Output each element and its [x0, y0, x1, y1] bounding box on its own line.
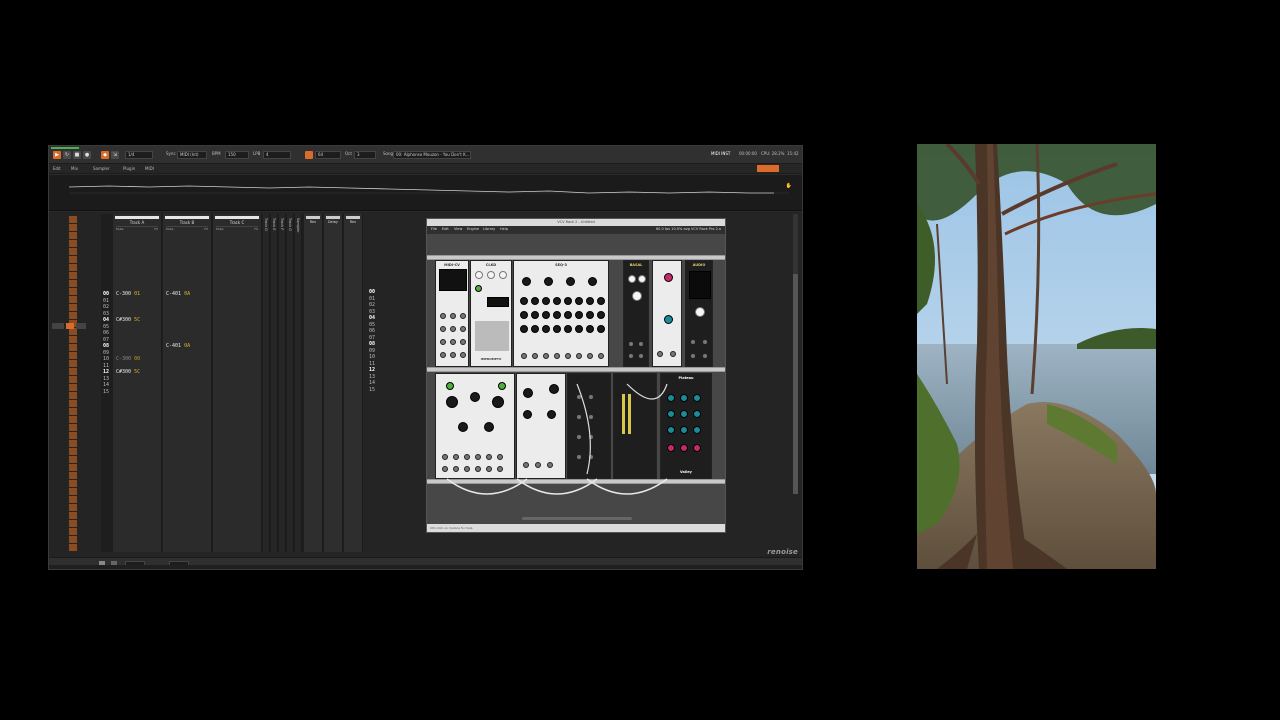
follow-button[interactable]: ⇲	[111, 151, 119, 159]
velocity-field[interactable]: 64	[315, 151, 341, 159]
time-display: 00:00:00	[739, 151, 757, 156]
lpb-label: LPB	[253, 151, 261, 156]
track-c-name: Track C	[229, 220, 245, 225]
menu-view[interactable]: View	[454, 227, 462, 231]
brand-logo: renoise	[767, 548, 798, 556]
vcv-title-bar: VCV Rack 2 - Untitled	[427, 219, 725, 226]
editor-footer	[49, 557, 802, 569]
scope-button[interactable]	[757, 165, 779, 172]
sync-label: Sync	[166, 151, 176, 156]
patch-cables	[446, 383, 668, 495]
tab-edit[interactable]: Edit	[53, 165, 61, 173]
collapsed-track-f[interactable]: Track F	[279, 214, 286, 552]
stop-button[interactable]: ■	[73, 151, 81, 159]
clock-display: 15:42	[787, 151, 799, 156]
menu-library[interactable]: Library	[483, 227, 495, 231]
track-c-controls[interactable]: Mute FX	[216, 226, 258, 236]
landscape-photo	[917, 144, 1156, 569]
collapsed-track-g[interactable]: Track G	[287, 214, 294, 552]
row-numbers-left: 00 01 02 03 04 05 06 07 08 09 10 11 12 13 14 15	[103, 291, 110, 395]
vcv-rack-window: VCV Rack 2 - Untitled File Edit View Eng…	[426, 218, 726, 533]
transport-toolbar: ▶ ↻ ■ ● ◆ ⇲ 1/4 Sync MIDI (Int) BPM 150 …	[49, 146, 802, 164]
song-select[interactable]: 00: Alphonse Mouzon - You Don't K...	[393, 151, 471, 159]
fx-track-2[interactable]: Delay	[324, 214, 343, 552]
sync-select[interactable]: MIDI (Int)	[177, 151, 207, 159]
track-c-column[interactable]: Track C Mute FX	[213, 214, 262, 552]
note-cell[interactable]: C#300 5C	[116, 369, 140, 375]
level-meter	[51, 147, 79, 149]
tab-midi[interactable]: MIDI	[145, 165, 154, 173]
instrument-selector[interactable]	[52, 320, 90, 334]
collapsed-track-sampler[interactable]: Sampler	[295, 214, 302, 552]
metronome-button[interactable]: ◆	[101, 151, 109, 159]
bpm-label: BPM	[212, 151, 221, 156]
status-bar	[49, 565, 802, 569]
pattern-matrix[interactable]	[69, 216, 79, 552]
waveform-graph	[68, 185, 789, 194]
menu-engine[interactable]: Engine	[467, 227, 479, 231]
note-cell[interactable]: C-401 0A	[166, 343, 190, 349]
view-tabs: Edit Mix Sampler Plugin MIDI	[49, 164, 802, 174]
note-cell[interactable]: C-401 0A	[166, 291, 190, 297]
bpm-field[interactable]: 150	[225, 151, 249, 159]
track-a-controls[interactable]: Mute FX	[116, 226, 158, 236]
screen: ▶ ↻ ■ ● ◆ ⇲ 1/4 Sync MIDI (Int) BPM 150 …	[0, 0, 1280, 720]
record-button[interactable]: ●	[83, 151, 91, 159]
horizontal-scrollbar[interactable]	[522, 517, 632, 520]
fx-track-3[interactable]: Rev	[344, 214, 363, 552]
row-numbers-right: 00 01 02 03 04 05 06 07 08 09 10 11 12 13 14 15	[369, 289, 376, 393]
cpu-display: CPU: 28.2%	[761, 151, 785, 156]
track-a-name: Track A	[129, 220, 145, 225]
collapsed-track-e[interactable]: Track E	[271, 214, 278, 552]
vertical-scrollbar[interactable]	[793, 214, 798, 494]
lpb-field[interactable]: 4	[263, 151, 291, 159]
play-button[interactable]: ▶	[53, 151, 61, 159]
loop-button[interactable]: ↻	[63, 151, 71, 159]
step-field[interactable]: 1/4	[125, 151, 153, 159]
note-cell[interactable]: C#300 5C	[116, 317, 140, 323]
note-cell[interactable]: C-300 00	[116, 356, 140, 362]
scope-cursor-icon: ✋	[785, 183, 792, 189]
track-b-controls[interactable]: Mute FX	[166, 226, 208, 236]
track-b-name: Track B	[179, 220, 195, 225]
tracker-grid[interactable]: 00 01 02 03 04 05 06 07 08 09 10 11 12 13 14 15 Trac…	[101, 214, 363, 552]
octave-field[interactable]: 3	[354, 151, 376, 159]
note-cell[interactable]: C-300 01	[116, 291, 140, 297]
tab-sampler[interactable]: Sampler	[93, 165, 110, 173]
menu-file[interactable]: File	[431, 227, 437, 231]
waveform-scope: ✋	[49, 175, 802, 211]
rack-area[interactable]: MIDI-CV CLKD IMPROMPTU SEQ-3 BASAL AUDIO…	[427, 234, 725, 524]
song-label: Song	[383, 151, 394, 156]
oct-label: Oct	[345, 151, 352, 156]
menu-help[interactable]: Help	[500, 227, 508, 231]
edit-mode-button[interactable]	[305, 151, 313, 159]
menu-edit[interactable]: Edit	[442, 227, 449, 231]
tab-plugin[interactable]: Plugin	[123, 165, 135, 173]
vcv-performance-info: 60.0 fps 10.0% avg VCV Rack Pro 2.x	[655, 227, 721, 231]
tab-mix[interactable]: Mix	[71, 165, 78, 173]
fx-track-1[interactable]: Rev	[304, 214, 323, 552]
midi-indicator: MIDI INST	[711, 151, 731, 156]
vcv-status-bar: Ctrl-click on module for help	[427, 524, 725, 532]
tree-lake-image	[917, 144, 1156, 569]
collapsed-track-d[interactable]: Track D	[263, 214, 270, 552]
track-a-column[interactable]: Track A Mute FX C-300 01 C#300 5C C-300 0…	[113, 214, 162, 552]
vcv-menu-bar: File Edit View Engine Library Help 60.0 …	[427, 226, 725, 234]
track-b-column[interactable]: Track B Mute FX C-401 0A C-401 0A	[163, 214, 212, 552]
